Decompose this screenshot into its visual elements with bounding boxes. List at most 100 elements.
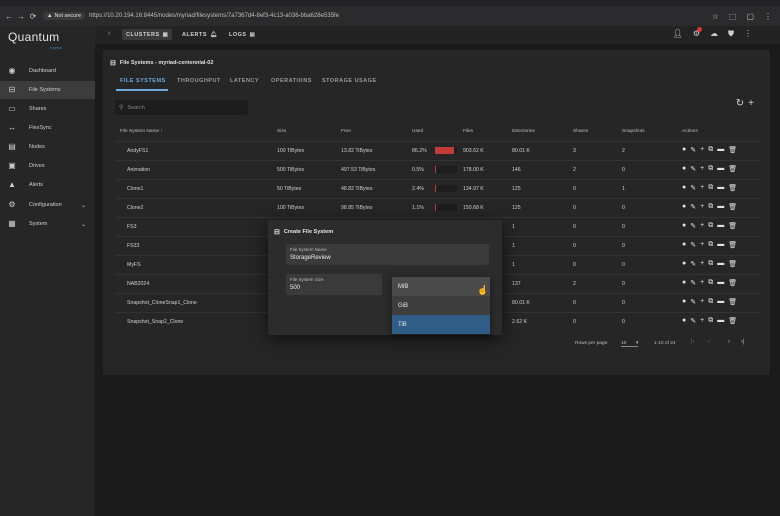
edit-icon[interactable]: ✎ — [690, 279, 696, 287]
table-row[interactable]: Clone1 50 TiBytes 48.82 TiBytes 2.4% 134.97 … — [115, 179, 761, 198]
security-indicator[interactable]: ▲ Not secure — [43, 12, 86, 20]
back-icon[interactable]: ← — [3, 12, 15, 21]
add-icon[interactable]: + — [700, 222, 704, 230]
info-icon[interactable]: ● — [682, 146, 686, 154]
edit-icon[interactable]: ✎ — [690, 260, 696, 268]
info-icon[interactable]: ● — [682, 298, 686, 306]
refresh-icon[interactable]: ↻ — [736, 98, 744, 109]
folder-icon[interactable]: ▬ — [717, 222, 724, 230]
edit-icon[interactable]: ✎ — [690, 317, 696, 325]
sidebar-item-dashboard[interactable]: ◉ Dashboard — [0, 62, 95, 80]
delete-icon[interactable]: 🗑︎ — [728, 203, 737, 211]
folder-icon[interactable]: ▬ — [717, 241, 724, 249]
info-icon[interactable]: ● — [682, 317, 686, 325]
sidebar-item-file-systems[interactable]: ⊟ File Systems — [0, 81, 95, 99]
copy-icon[interactable]: ⧉ — [708, 279, 713, 287]
edit-icon[interactable]: ✎ — [690, 184, 696, 192]
shield-icon[interactable]: ⛊ — [728, 29, 734, 39]
tab-storage-usage[interactable]: STORAGE USAGE — [322, 78, 377, 84]
edit-icon[interactable]: ✎ — [690, 222, 696, 230]
table-row[interactable]: Clone2 100 TiBytes 98.85 TiBytes 1.1% 150.68… — [115, 198, 761, 217]
tab-file-systems[interactable]: FILE SYSTEMS — [120, 78, 166, 84]
table-row[interactable]: Animation 500 TiBytes 497.53 TiBytes 0.5% 17… — [115, 160, 761, 179]
unit-option-mib[interactable]: MiB — [392, 277, 490, 296]
more-icon[interactable]: ⋮ — [744, 29, 752, 39]
add-icon[interactable]: + — [700, 203, 704, 211]
folder-icon[interactable]: ▬ — [717, 165, 724, 173]
reload-icon[interactable]: ⟳ — [27, 12, 39, 21]
col-used[interactable]: Used — [412, 129, 423, 134]
sidebar-item-shares[interactable]: ▭ Shares — [0, 100, 95, 118]
unit-option-gib[interactable]: GiB — [392, 296, 490, 315]
url-text[interactable]: https://10.20.194.16:8445/nodes/myriad/f… — [89, 13, 339, 19]
col-free[interactable]: Free — [341, 129, 351, 134]
file-system-name-field[interactable]: File System Name StorageReview — [286, 244, 489, 265]
prev-page-icon[interactable]: ‹ — [708, 339, 710, 345]
info-icon[interactable]: ● — [682, 241, 686, 249]
col-snapshots[interactable]: Snapshots — [622, 129, 645, 134]
delete-icon[interactable]: 🗑︎ — [728, 279, 737, 287]
sidebar-item-alerts[interactable]: ▲ Alerts — [0, 176, 95, 194]
cloud-icon[interactable]: ☁ — [710, 29, 718, 39]
delete-icon[interactable]: 🗑︎ — [728, 317, 737, 325]
info-icon[interactable]: ● — [682, 279, 686, 287]
logs-button[interactable]: LOGS ▤ — [225, 29, 259, 40]
folder-icon[interactable]: ▬ — [717, 317, 724, 325]
add-icon[interactable]: + — [700, 317, 704, 325]
edit-icon[interactable]: ✎ — [690, 298, 696, 306]
user-icon[interactable]: 👤︎ — [673, 29, 683, 39]
clusters-button[interactable]: CLUSTERS ▦ — [122, 29, 173, 40]
rows-per-page-select[interactable]: 10 ▾ — [621, 341, 639, 347]
forward-icon[interactable]: → — [15, 12, 27, 21]
col-shares[interactable]: Shares — [573, 129, 588, 134]
delete-icon[interactable]: 🗑︎ — [728, 241, 737, 249]
delete-icon[interactable]: 🗑︎ — [728, 222, 737, 230]
delete-icon[interactable]: 🗑︎ — [728, 146, 737, 154]
sidebar-item-nodes[interactable]: ▤ Nodes — [0, 138, 95, 156]
col-size[interactable]: Size — [277, 129, 286, 134]
folder-icon[interactable]: ▬ — [717, 298, 724, 306]
collapse-chevron-icon[interactable]: ‹ — [108, 30, 110, 37]
copy-icon[interactable]: ⧉ — [708, 298, 713, 306]
tab-throughput[interactable]: THROUGHPUT — [177, 78, 221, 84]
browser-menu-icon[interactable]: ⋮ — [764, 12, 772, 21]
delete-icon[interactable]: 🗑︎ — [728, 298, 737, 306]
edit-icon[interactable]: ✎ — [690, 165, 696, 173]
edit-icon[interactable]: ✎ — [690, 241, 696, 249]
folder-icon[interactable]: ▬ — [717, 146, 724, 154]
first-page-icon[interactable]: |‹ — [691, 339, 695, 345]
copy-icon[interactable]: ⧉ — [708, 165, 713, 173]
file-system-size-field[interactable]: File System Size 500 — [286, 274, 382, 295]
sidebar-item-flexsync[interactable]: ↔ FlexSync — [0, 119, 95, 137]
add-icon[interactable]: + — [700, 260, 704, 268]
bookmark-star-icon[interactable]: ☆ — [712, 12, 719, 21]
sidebar-item-configuration[interactable]: ⚙ Configuration ⌄ — [0, 196, 95, 214]
unit-option-tib[interactable]: TiB — [392, 315, 490, 334]
add-icon[interactable]: + — [700, 146, 704, 154]
sidebar-item-system[interactable]: ▦ System ⌄ — [0, 215, 95, 233]
add-icon[interactable]: + — [700, 184, 704, 192]
info-icon[interactable]: ● — [682, 222, 686, 230]
delete-icon[interactable]: 🗑︎ — [728, 184, 737, 192]
info-icon[interactable]: ● — [682, 260, 686, 268]
folder-icon[interactable]: ▬ — [717, 203, 724, 211]
add-icon[interactable]: + — [700, 298, 704, 306]
search-input[interactable]: ⚲ Search — [115, 100, 248, 115]
info-icon[interactable]: ● — [682, 184, 686, 192]
folder-icon[interactable]: ▬ — [717, 260, 724, 268]
copy-icon[interactable]: ⧉ — [708, 260, 713, 268]
delete-icon[interactable]: 🗑︎ — [728, 260, 737, 268]
add-icon[interactable]: + — [700, 241, 704, 249]
info-icon[interactable]: ● — [682, 203, 686, 211]
copy-icon[interactable]: ⧉ — [708, 184, 713, 192]
tab-latency[interactable]: LATENCY — [230, 78, 259, 84]
extensions-icon[interactable]: ⬚ — [729, 12, 737, 21]
folder-icon[interactable]: ▬ — [717, 279, 724, 287]
last-page-icon[interactable]: ›| — [741, 339, 745, 345]
add-icon[interactable]: + — [700, 279, 704, 287]
copy-icon[interactable]: ⧉ — [708, 203, 713, 211]
delete-icon[interactable]: 🗑︎ — [728, 165, 737, 173]
col-files[interactable]: Files — [463, 129, 473, 134]
copy-icon[interactable]: ⧉ — [708, 146, 713, 154]
copy-icon[interactable]: ⧉ — [708, 317, 713, 325]
